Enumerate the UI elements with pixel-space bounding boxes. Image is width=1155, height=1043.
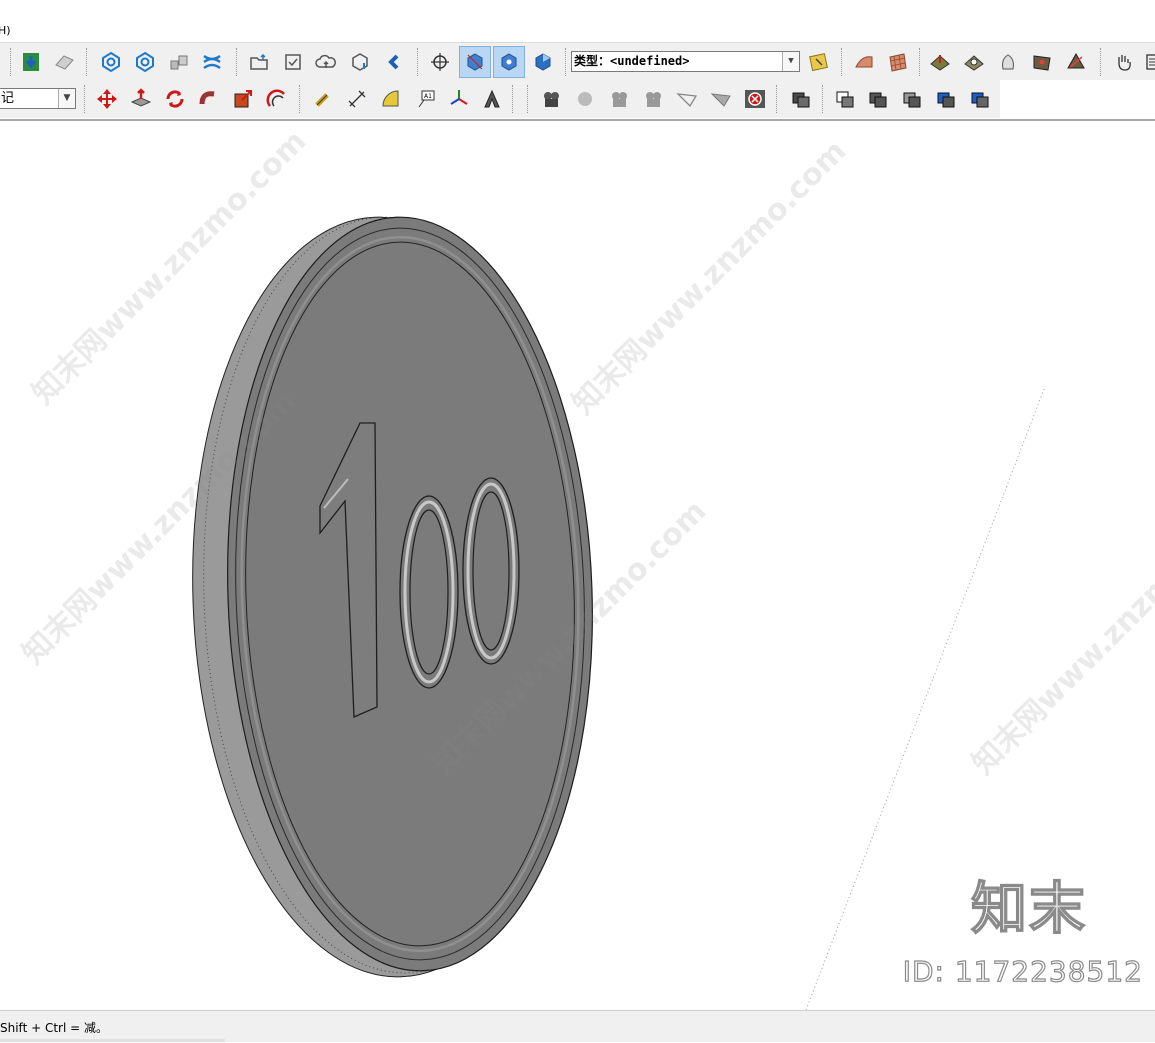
trim-icon[interactable]: [933, 86, 959, 112]
toolbar-separator: [776, 85, 778, 113]
toolbar-row-2: 记 ▼ A1: [0, 80, 1155, 118]
follow-me-icon[interactable]: [196, 86, 222, 112]
section-display-icon[interactable]: [493, 46, 525, 78]
tape-measure-icon[interactable]: [310, 86, 336, 112]
move-icon[interactable]: [94, 86, 120, 112]
camera-position-icon[interactable]: [538, 86, 564, 112]
shadow-toggle-icon[interactable]: [742, 86, 768, 112]
tag-dropdown[interactable]: 记 ▼: [0, 88, 76, 109]
toolbar-empty-area: [1000, 80, 1155, 118]
toolbar-separator: [84, 85, 86, 113]
section-fill-icon[interactable]: [530, 49, 556, 75]
component-sync-icon[interactable]: [18, 49, 44, 75]
toolbar-separator: [236, 48, 238, 76]
protractor-icon[interactable]: [378, 86, 404, 112]
drape-icon[interactable]: [961, 49, 987, 75]
chevron-down-icon[interactable]: ▼: [782, 52, 799, 71]
3d-text-icon[interactable]: [479, 86, 505, 112]
type-dropdown-value: 类型：<undefined>: [574, 54, 690, 68]
toolbar-separator: [10, 48, 12, 76]
section-cut-icon[interactable]: [459, 46, 491, 78]
split-icon[interactable]: [967, 86, 993, 112]
toolbar-separator: [919, 48, 921, 76]
status-bar: Shift + Ctrl = 减。: [0, 1010, 1155, 1042]
toolbar-separator: [527, 85, 529, 113]
hand-icon[interactable]: [1111, 49, 1137, 75]
offset-icon[interactable]: [264, 86, 290, 112]
flip-edge-icon[interactable]: [1063, 49, 1089, 75]
model-viewport[interactable]: 知末网www.znzmo.com 知末网www.znzmo.com 知末网www…: [0, 121, 1155, 1010]
brand-logo: 知末: [970, 876, 1087, 943]
text-icon[interactable]: A1: [413, 86, 439, 112]
stamp-icon[interactable]: [927, 49, 953, 75]
style-icon[interactable]: [806, 49, 832, 75]
sandbox-grid-icon[interactable]: [885, 49, 911, 75]
walk-icon[interactable]: [572, 86, 598, 112]
toolbar-separator: [822, 85, 824, 113]
front-face-icon[interactable]: [708, 86, 734, 112]
orbit-icon[interactable]: [427, 49, 453, 75]
toolbar-separator: [299, 85, 301, 113]
zoom-window-icon[interactable]: [640, 86, 666, 112]
push-pull-icon[interactable]: [128, 86, 154, 112]
type-dropdown[interactable]: 类型：<undefined> ▼: [571, 51, 800, 72]
toolbar-separator: [565, 48, 567, 76]
section-plane-icon[interactable]: [674, 86, 700, 112]
scale-icon[interactable]: [230, 86, 256, 112]
look-around-icon[interactable]: [606, 86, 632, 112]
tag-dropdown-value: 记: [1, 91, 15, 106]
link-icon[interactable]: [381, 49, 407, 75]
geo-location-icon[interactable]: [98, 49, 124, 75]
cube-export-icon[interactable]: [347, 49, 373, 75]
toolbar-separator: [86, 48, 88, 76]
model-id: ID: 1172238512: [902, 954, 1143, 988]
outer-shell-icon[interactable]: [788, 86, 814, 112]
union-icon[interactable]: [865, 86, 891, 112]
stack-icon[interactable]: [199, 49, 225, 75]
subtract-icon[interactable]: [899, 86, 925, 112]
smoove-icon[interactable]: [995, 49, 1021, 75]
toolbar-row-1: 类型：<undefined> ▼: [0, 42, 1155, 81]
toolbar-separator: [512, 85, 514, 113]
list-icon[interactable]: [1140, 49, 1155, 75]
svg-text:A1: A1: [424, 93, 432, 100]
dimension-icon[interactable]: [344, 86, 370, 112]
shapes-icon[interactable]: [166, 49, 192, 75]
chevron-down-icon[interactable]: ▼: [58, 89, 75, 108]
paint-tray-icon[interactable]: [51, 49, 77, 75]
sandbox-from-contours-icon[interactable]: [851, 49, 877, 75]
toolbar-separator: [1100, 48, 1102, 76]
geo-add-icon[interactable]: [132, 49, 158, 75]
intersect-icon[interactable]: [832, 86, 858, 112]
folder-export-icon[interactable]: [246, 49, 272, 75]
rotate-icon[interactable]: [162, 86, 188, 112]
menu-help[interactable]: H): [0, 24, 11, 37]
checkbox-icon[interactable]: [280, 49, 306, 75]
toolbar-separator: [841, 48, 843, 76]
menu-bar: H): [0, 0, 1155, 40]
axes-icon[interactable]: [446, 86, 472, 112]
cloud-upload-icon[interactable]: [313, 49, 339, 75]
toolbar-separator: [417, 48, 419, 76]
add-detail-icon[interactable]: [1029, 49, 1055, 75]
